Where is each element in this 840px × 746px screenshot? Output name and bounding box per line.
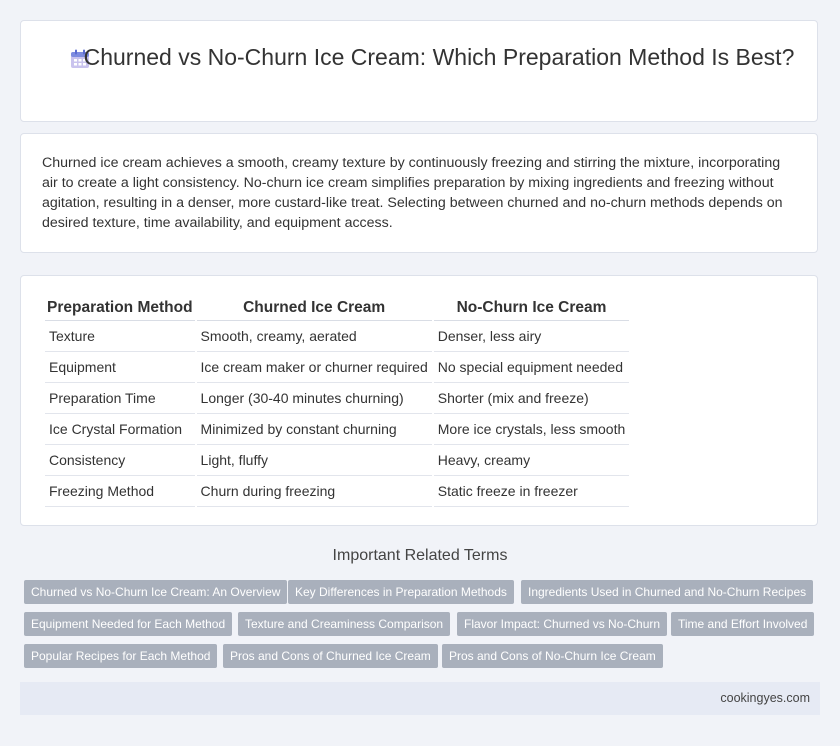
intro-paragraph: Churned ice cream achieves a smooth, cre… <box>42 155 783 231</box>
table-row: Preparation Time Longer (30-40 minutes c… <box>45 383 630 414</box>
table-cell: Freezing Method <box>45 476 195 507</box>
related-tag[interactable]: Texture and Creaminess Comparison <box>238 612 451 636</box>
related-tag[interactable]: Time and Effort Involved <box>671 612 815 636</box>
table-cell: More ice crystals, less smooth <box>433 414 630 445</box>
comparison-table: Preparation Method Churned Ice Cream No-… <box>43 295 631 507</box>
related-tag[interactable]: Equipment Needed for Each Method <box>24 612 233 636</box>
related-tag[interactable]: Churned vs No-Churn Ice Cream: An Overvi… <box>24 580 288 604</box>
table-row: Texture Smooth, creamy, aerated Denser, … <box>45 321 630 352</box>
related-tag[interactable]: Key Differences in Preparation Methods <box>288 580 514 604</box>
column-header: Churned Ice Cream <box>196 295 432 321</box>
table-cell: Denser, less airy <box>433 321 630 352</box>
column-header: Preparation Method <box>45 295 195 321</box>
footer: cookingyes.com <box>20 682 820 715</box>
table-cell: Minimized by constant churning <box>196 414 432 445</box>
related-terms-heading: Important Related Terms <box>332 547 508 564</box>
table-cell: Equipment <box>45 352 195 383</box>
page-title: Churned vs No-Churn Ice Cream: Which Pre… <box>83 44 795 70</box>
column-header: No-Churn Ice Cream <box>433 295 630 321</box>
table-cell: Preparation Time <box>45 383 195 414</box>
table-cell: Shorter (mix and freeze) <box>433 383 630 414</box>
related-tag[interactable]: Popular Recipes for Each Method <box>24 644 218 668</box>
table-row: Ice Crystal Formation Minimized by const… <box>45 414 630 445</box>
related-tag[interactable]: Pros and Cons of Churned Ice Cream <box>223 644 438 668</box>
table-row: Consistency Light, fluffy Heavy, creamy <box>45 445 630 476</box>
table-cell: Longer (30-40 minutes churning) <box>196 383 432 414</box>
table-cell: Texture <box>45 321 195 352</box>
table-header-row: Preparation Method Churned Ice Cream No-… <box>45 295 630 321</box>
related-tag[interactable]: Flavor Impact: Churned vs No-Churn <box>457 612 668 636</box>
comparison-card: Preparation Method Churned Ice Cream No-… <box>20 275 818 526</box>
table-row: Equipment Ice cream maker or churner req… <box>45 352 630 383</box>
table-row: Freezing Method Churn during freezing St… <box>45 476 630 507</box>
related-tag[interactable]: Ingredients Used in Churned and No-Churn… <box>521 580 814 604</box>
table-cell: Consistency <box>45 445 195 476</box>
table-cell: Smooth, creamy, aerated <box>196 321 432 352</box>
table-cell: Ice Crystal Formation <box>45 414 195 445</box>
table-cell: Heavy, creamy <box>433 445 630 476</box>
table-cell: No special equipment needed <box>433 352 630 383</box>
title-card: Churned vs No-Churn Ice Cream: Which Pre… <box>20 20 818 122</box>
intro-card: Churned ice cream achieves a smooth, cre… <box>20 133 818 253</box>
table-cell: Light, fluffy <box>196 445 432 476</box>
table-cell: Ice cream maker or churner required <box>196 352 432 383</box>
table-cell: Churn during freezing <box>196 476 432 507</box>
related-tag[interactable]: Pros and Cons of No-Churn Ice Cream <box>442 644 663 668</box>
site-name[interactable]: cookingyes.com <box>720 691 810 705</box>
table-cell: Static freeze in freezer <box>433 476 630 507</box>
